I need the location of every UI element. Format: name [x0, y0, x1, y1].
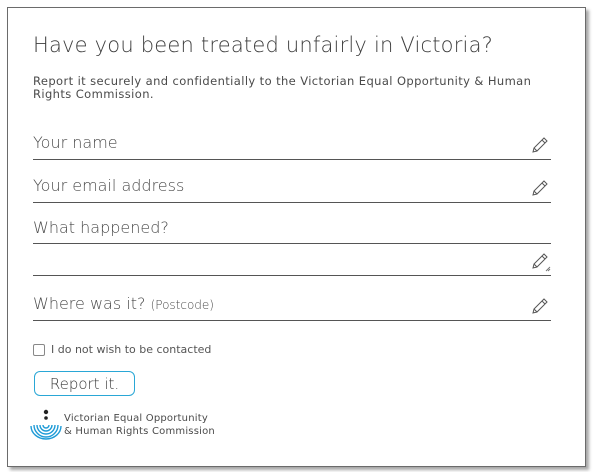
logo-line-2: & Human Rights Commission: [64, 426, 215, 437]
name-field-placeholder: Your name: [33, 133, 118, 152]
name-field[interactable]: Your name: [33, 130, 551, 160]
postcode-main-label: Where was it?: [33, 294, 146, 313]
vehrc-logo-icon: [29, 408, 63, 442]
logo-line-1: Victorian Equal Opportunity: [64, 413, 208, 424]
logo-text: Victorian Equal Opportunity & Human Righ…: [64, 412, 215, 438]
postcode-field-placeholder: Where was it? (Postcode): [33, 294, 214, 313]
pencil-resize-icon[interactable]: [529, 250, 551, 272]
page-title: Have you been treated unfairly in Victor…: [33, 33, 494, 57]
no-contact-label: I do not wish to be contacted: [51, 343, 212, 356]
no-contact-option[interactable]: I do not wish to be contacted: [33, 343, 211, 356]
what-happened-placeholder: What happened?: [33, 218, 169, 237]
postcode-hint: (Postcode): [150, 298, 214, 312]
pencil-icon: [529, 177, 551, 199]
no-contact-checkbox[interactable]: [33, 343, 45, 356]
pencil-icon: [529, 134, 551, 156]
what-happened-textarea[interactable]: [33, 244, 551, 276]
pencil-icon: [529, 295, 551, 317]
postcode-field[interactable]: Where was it? (Postcode): [33, 291, 551, 321]
what-happened-field[interactable]: What happened?: [33, 217, 551, 244]
email-field[interactable]: Your email address: [33, 173, 551, 203]
page-subtitle: Report it securely and confidentially to…: [33, 74, 532, 101]
email-field-placeholder: Your email address: [33, 176, 185, 195]
report-button[interactable]: Report it.: [34, 371, 135, 396]
